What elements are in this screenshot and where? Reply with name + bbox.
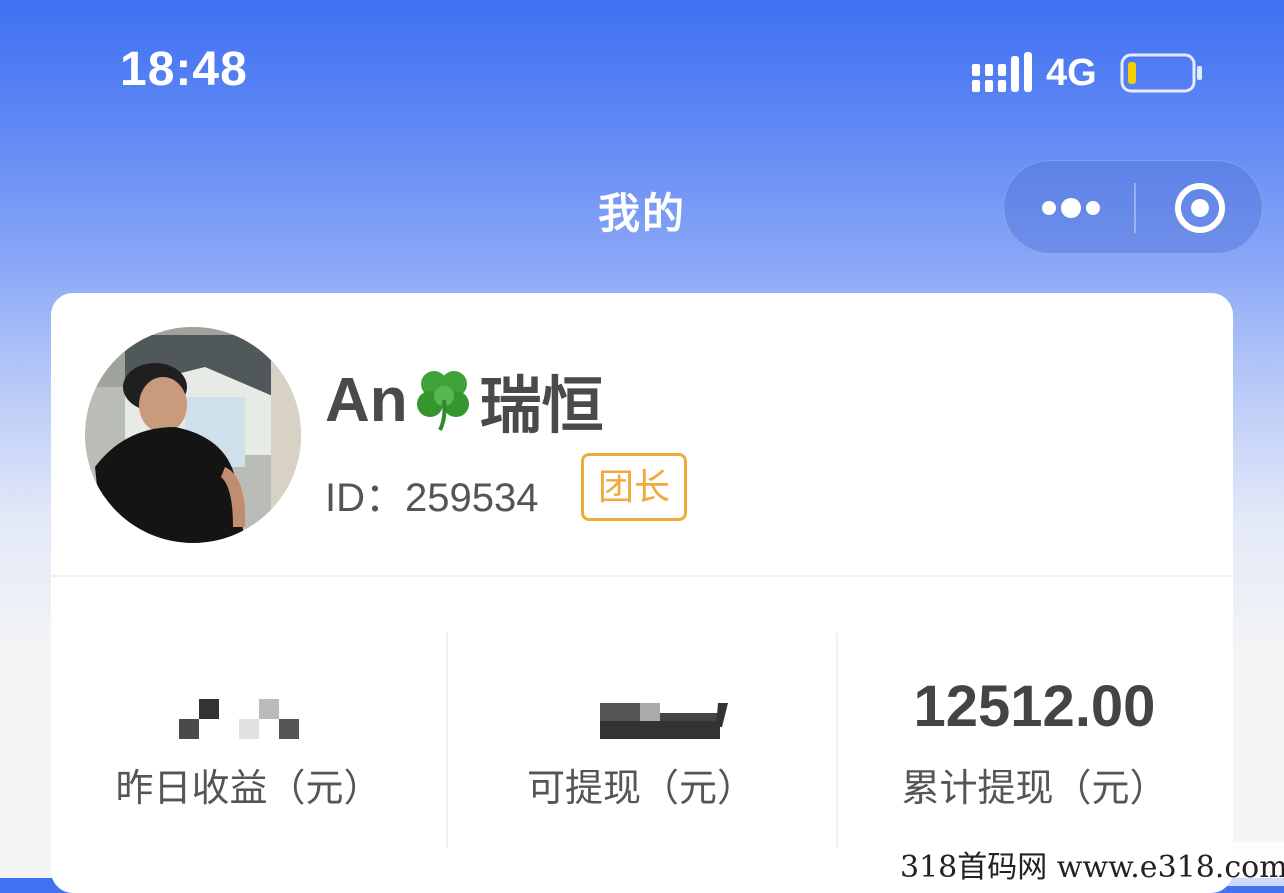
- stat-total-withdrawn[interactable]: 12512.00 累计提现（元）: [836, 633, 1233, 843]
- stat-withdrawable[interactable]: 可提现（元）: [446, 633, 836, 843]
- user-name-suffix: 瑞恒: [479, 372, 604, 441]
- stat-value: 12512.00: [913, 674, 1156, 739]
- watermark: 318首码网 www.e318.com: [896, 842, 1284, 886]
- battery-low-icon: [1120, 53, 1202, 93]
- close-button[interactable]: [1136, 161, 1264, 255]
- user-id-label: ID：: [325, 476, 405, 520]
- more-dots-icon: [1042, 198, 1100, 218]
- user-name-prefix: An: [325, 365, 408, 435]
- redacted-value: [600, 703, 728, 739]
- stat-yesterday-earnings[interactable]: 昨日收益（元）: [51, 633, 446, 843]
- signal-bars-icon: [972, 52, 1032, 92]
- stat-label: 可提现（元）: [526, 768, 755, 810]
- role-badge: 团长: [581, 453, 687, 521]
- profile-card: An 瑞恒 ID：259534 团长 昨日收益（元） 可提现（元） 12512.…: [51, 293, 1233, 893]
- redacted-value: [179, 699, 299, 739]
- four-leaf-clover-icon: [416, 371, 469, 431]
- user-id: ID：259534: [325, 465, 538, 523]
- network-type: 4G: [1046, 52, 1097, 94]
- avatar[interactable]: [85, 327, 301, 543]
- user-id-value: 259534: [405, 476, 539, 520]
- stat-label: 昨日收益（元）: [115, 768, 382, 810]
- status-time: 18:48: [120, 43, 248, 96]
- user-name: An 瑞恒: [325, 355, 604, 445]
- card-divider: [51, 575, 1233, 577]
- mini-program-capsule: [1003, 160, 1263, 254]
- more-button[interactable]: [1004, 161, 1134, 255]
- stat-label: 累计提现（元）: [901, 768, 1168, 810]
- target-circle-icon: [1175, 183, 1225, 233]
